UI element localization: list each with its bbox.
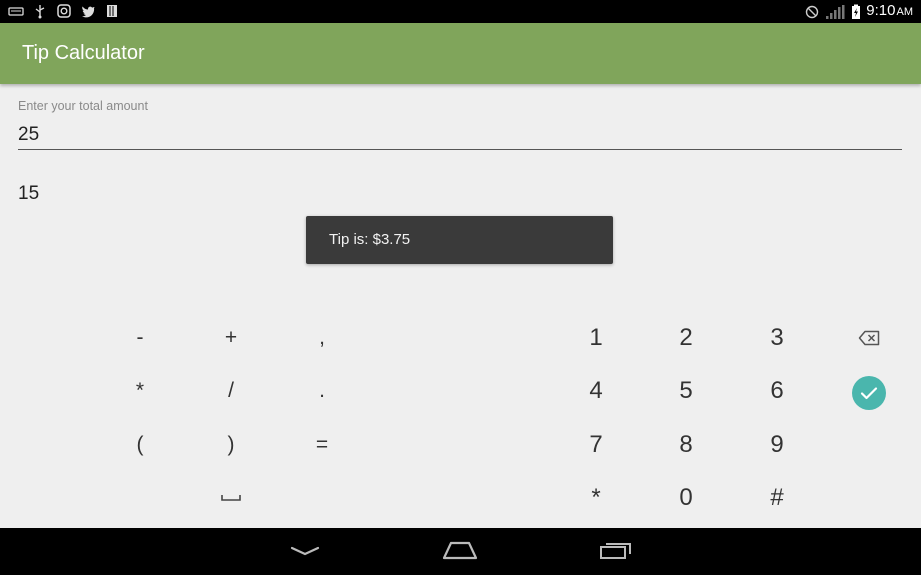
- key-close-paren[interactable]: ): [191, 421, 271, 469]
- check-icon: [860, 386, 878, 400]
- key-2[interactable]: 2: [646, 314, 726, 362]
- storage-icon: [104, 3, 120, 19]
- key-6[interactable]: 6: [737, 367, 817, 415]
- clock-time: 9:10: [866, 2, 896, 19]
- system-status: 9:10AM: [805, 2, 913, 21]
- clock-ampm: AM: [896, 6, 914, 18]
- numeric-keyboard: - + , * / . ( ) = 1 2 3 4 5 6 7 8 9 * 0 …: [0, 300, 921, 528]
- home-icon: [442, 540, 478, 564]
- battery-charging-icon: [851, 4, 861, 20]
- amount-input[interactable]: [18, 120, 902, 150]
- notification-icons: [8, 3, 120, 19]
- recents-icon: [599, 540, 633, 564]
- key-slash[interactable]: /: [191, 367, 271, 415]
- amount-label: Enter your total amount: [18, 99, 148, 113]
- done-button-circle: [852, 376, 886, 410]
- key-7[interactable]: 7: [556, 421, 636, 469]
- recents-button[interactable]: [586, 536, 646, 568]
- key-1[interactable]: 1: [556, 314, 636, 362]
- key-minus[interactable]: -: [100, 314, 180, 362]
- key-asterisk-symbol[interactable]: *: [100, 367, 180, 415]
- space-icon: [220, 493, 242, 503]
- key-5[interactable]: 5: [646, 367, 726, 415]
- clock: 9:10AM: [866, 2, 913, 21]
- app-bar: Tip Calculator: [0, 23, 921, 84]
- instagram-icon: [56, 3, 72, 19]
- no-sim-icon: [805, 5, 819, 19]
- app-title: Tip Calculator: [22, 42, 145, 64]
- home-button[interactable]: [430, 536, 490, 568]
- signal-icon: [824, 4, 846, 20]
- key-comma[interactable]: ,: [282, 314, 362, 362]
- percent-input[interactable]: 15: [18, 183, 39, 205]
- key-period[interactable]: .: [282, 367, 362, 415]
- backspace-key[interactable]: [829, 314, 909, 362]
- back-button[interactable]: [275, 536, 335, 568]
- key-3[interactable]: 3: [737, 314, 817, 362]
- key-open-paren[interactable]: (: [100, 421, 180, 469]
- done-key[interactable]: [829, 369, 909, 417]
- key-star[interactable]: *: [556, 474, 636, 522]
- tip-toast: Tip is: $3.75: [306, 216, 613, 264]
- key-equals[interactable]: =: [282, 421, 362, 469]
- key-9[interactable]: 9: [737, 421, 817, 469]
- keyboard-icon: [8, 3, 24, 19]
- key-0[interactable]: 0: [646, 474, 726, 522]
- usb-icon: [32, 3, 48, 19]
- navigation-bar: [0, 528, 921, 575]
- key-8[interactable]: 8: [646, 421, 726, 469]
- key-plus[interactable]: +: [191, 314, 271, 362]
- twitter-icon: [80, 3, 96, 19]
- backspace-icon: [858, 330, 880, 346]
- status-bar: 9:10AM: [0, 0, 921, 23]
- key-space[interactable]: [191, 474, 271, 522]
- key-4[interactable]: 4: [556, 367, 636, 415]
- back-icon: [289, 543, 321, 562]
- key-hash[interactable]: #: [737, 474, 817, 522]
